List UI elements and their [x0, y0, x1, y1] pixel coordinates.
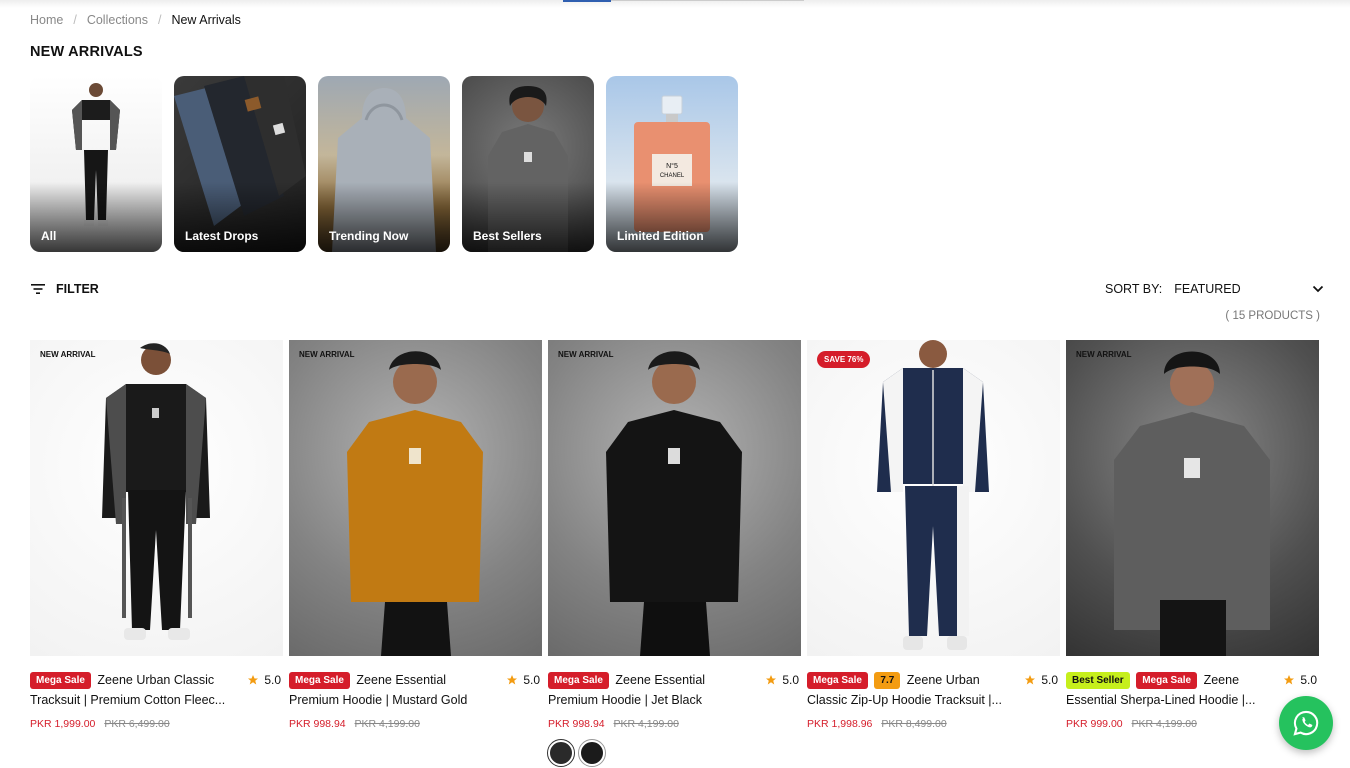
product-image[interactable]: NEW ARRIVAL	[289, 340, 542, 656]
star-icon	[766, 675, 777, 685]
rating-value: 5.0	[523, 673, 540, 687]
best-seller-badge: Best Seller	[1066, 672, 1130, 689]
mega-sale-badge: Mega Sale	[1136, 672, 1198, 689]
collection-tile-best-sellers[interactable]: Best Sellers	[462, 76, 594, 252]
product-rating: 5.0	[765, 673, 799, 687]
product-tag: NEW ARRIVAL	[40, 350, 96, 359]
compare-price: PKR 6,499.00	[104, 718, 170, 730]
sale-price: PKR 998.94	[548, 718, 605, 730]
product-title[interactable]: Mega Sale Zeene Essential Premium Hoodie…	[289, 670, 499, 710]
product-price: PKR 1,998.96 PKR 8,499.00	[807, 718, 1060, 730]
product-title[interactable]: Best Seller Mega Sale Zeene Essential Sh…	[1066, 670, 1276, 710]
collection-label: Best Sellers	[473, 229, 542, 243]
whatsapp-icon	[1293, 710, 1319, 736]
compare-price: PKR 4,199.00	[613, 718, 679, 730]
breadcrumb-separator: /	[73, 13, 77, 27]
sale-price: PKR 1,998.96	[807, 718, 873, 730]
compare-price: PKR 4,199.00	[1131, 718, 1197, 730]
collection-tile-trending-now[interactable]: Trending Now	[318, 76, 450, 252]
product-image[interactable]: NEW ARRIVAL	[1066, 340, 1319, 656]
black-hoodie-image	[606, 351, 742, 656]
product-image[interactable]: NEW ARRIVAL	[30, 340, 283, 656]
chevron-down-icon	[1313, 285, 1324, 293]
product-rating: 5.0	[1283, 673, 1317, 687]
sherpa-hoodie-image	[1114, 351, 1270, 656]
breadcrumb: Home / Collections / New Arrivals	[30, 13, 241, 27]
product-price: PKR 1,999.00 PKR 6,499.00	[30, 718, 283, 730]
star-icon	[248, 675, 259, 685]
sale-price: PKR 998.94	[289, 718, 346, 730]
top-progress	[0, 0, 1350, 8]
product-image[interactable]: NEW ARRIVAL	[548, 340, 801, 656]
filter-icon	[31, 284, 45, 294]
product-rating: 5.0	[247, 673, 281, 687]
collection-tile-all[interactable]: All	[30, 76, 162, 252]
product-image[interactable]: SAVE 76%	[807, 340, 1060, 656]
star-icon	[1025, 675, 1036, 685]
collection-label: Limited Edition	[617, 229, 704, 243]
mega-sale-badge: Mega Sale	[289, 672, 350, 689]
sort-label: SORT BY:	[1105, 282, 1163, 296]
sort-control: SORT BY: FEATURED	[1105, 282, 1324, 296]
product-card[interactable]: NEW ARRIVAL Best Seller Mega Sale Zeene …	[1066, 340, 1319, 766]
product-tag: NEW ARRIVAL	[299, 350, 355, 359]
collection-tile-latest-drops[interactable]: Latest Drops	[174, 76, 306, 252]
rating-value: 5.0	[1300, 673, 1317, 687]
product-rating: 5.0	[506, 673, 540, 687]
filter-button[interactable]: FILTER	[30, 282, 99, 296]
product-title[interactable]: Mega Sale Zeene Essential Premium Hoodie…	[548, 670, 758, 710]
color-swatches	[547, 739, 801, 767]
product-title[interactable]: Mega Sale 7.7 Zeene Urban Classic Zip-Up…	[807, 670, 1017, 710]
collection-label: All	[41, 229, 57, 243]
breadcrumb-home[interactable]: Home	[30, 13, 63, 27]
star-icon	[507, 675, 518, 685]
svg-text:CHANEL: CHANEL	[660, 173, 685, 179]
product-card[interactable]: NEW ARRIVAL Mega Sale Zeene Urban Classi…	[30, 340, 283, 766]
filter-label: FILTER	[56, 282, 99, 296]
collection-label: Latest Drops	[185, 229, 259, 243]
product-title[interactable]: Mega Sale Zeene Urban Classic Tracksuit …	[30, 670, 240, 710]
sort-value: FEATURED	[1174, 282, 1241, 296]
product-card[interactable]: SAVE 76% Mega Sale 7.7 Zeene Urban Class…	[807, 340, 1060, 766]
whatsapp-chat-button[interactable]	[1279, 696, 1333, 750]
product-tag: NEW ARRIVAL	[1076, 350, 1132, 359]
color-swatch[interactable]	[578, 739, 606, 767]
sort-select[interactable]: FEATURED	[1174, 282, 1324, 296]
mega-sale-badge: Mega Sale	[807, 672, 868, 689]
product-card[interactable]: NEW ARRIVAL Mega Sale Zeene Essential Pr…	[547, 340, 801, 767]
product-rating: 5.0	[1024, 673, 1058, 687]
collection-label: Trending Now	[329, 229, 409, 243]
page-title: NEW ARRIVALS	[30, 44, 143, 60]
product-price: PKR 998.94 PKR 4,199.00	[548, 718, 801, 730]
breadcrumb-current: New Arrivals	[171, 13, 241, 27]
product-count: ( 15 PRODUCTS )	[1225, 310, 1320, 322]
product-grid: NEW ARRIVAL Mega Sale Zeene Urban Classi…	[30, 340, 1319, 767]
promo-badge: 7.7	[874, 672, 901, 689]
compare-price: PKR 4,199.00	[354, 718, 420, 730]
rating-value: 5.0	[264, 673, 281, 687]
zip-up-tracksuit-image	[877, 340, 989, 650]
star-icon	[1284, 675, 1295, 685]
breadcrumb-collections[interactable]: Collections	[87, 13, 148, 27]
compare-price: PKR 8,499.00	[881, 718, 947, 730]
sale-price: PKR 1,999.00	[30, 718, 96, 730]
mustard-hoodie-image	[347, 351, 483, 656]
collection-tiles: All Latest Drops Trending Now Best Selle…	[30, 76, 738, 252]
product-card[interactable]: NEW ARRIVAL Mega Sale Zeene Essential Pr…	[289, 340, 542, 766]
product-price: PKR 998.94 PKR 4,199.00	[289, 718, 542, 730]
rating-value: 5.0	[1041, 673, 1058, 687]
discount-badge: SAVE 76%	[817, 351, 871, 368]
mega-sale-badge: Mega Sale	[548, 672, 609, 689]
svg-text:N°5: N°5	[666, 162, 678, 170]
collection-tile-limited-edition[interactable]: N°5 CHANEL Limited Edition	[606, 76, 738, 252]
mega-sale-badge: Mega Sale	[30, 672, 91, 689]
sale-price: PKR 999.00	[1066, 718, 1123, 730]
breadcrumb-separator: /	[157, 13, 162, 27]
product-tag: NEW ARRIVAL	[558, 350, 614, 359]
tracksuit-image	[102, 343, 210, 640]
rating-value: 5.0	[782, 673, 799, 687]
color-swatch-selected[interactable]	[547, 739, 575, 767]
